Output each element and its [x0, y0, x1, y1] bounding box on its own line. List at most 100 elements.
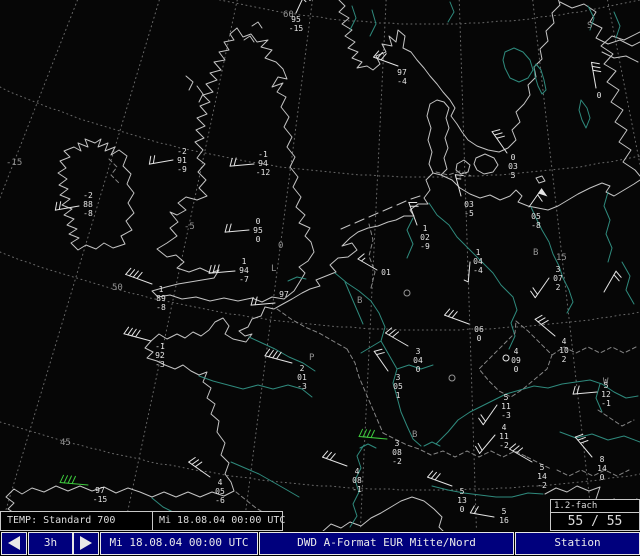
- svg-text:2: 2: [300, 364, 305, 373]
- svg-text:4: 4: [562, 337, 567, 346]
- svg-text:05: 05: [215, 487, 225, 496]
- next-time-button[interactable]: [73, 532, 99, 555]
- svg-text:03: 03: [464, 200, 474, 209]
- city-label: L: [271, 264, 276, 274]
- svg-text:0: 0: [256, 217, 261, 226]
- svg-text:-15: -15: [6, 158, 22, 168]
- svg-text:4: 4: [502, 423, 507, 432]
- svg-text:04: 04: [473, 257, 483, 266]
- svg-text:0: 0: [514, 365, 519, 374]
- svg-text:5: 5: [511, 171, 516, 180]
- svg-text:4: 4: [355, 467, 360, 476]
- svg-text:1: 1: [396, 391, 401, 400]
- svg-text:08: 08: [352, 476, 362, 485]
- page-counter-box: 55 / 55: [550, 512, 640, 531]
- svg-text:-8: -8: [83, 209, 93, 218]
- svg-text:1: 1: [476, 248, 481, 257]
- time-step-button[interactable]: 3h: [28, 532, 73, 555]
- svg-text:-5: -5: [464, 209, 474, 218]
- svg-text:3: 3: [416, 347, 421, 356]
- svg-text:94: 94: [239, 266, 249, 275]
- svg-text:-8: -8: [531, 221, 541, 230]
- svg-text:-1: -1: [155, 342, 165, 351]
- svg-text:-1: -1: [352, 485, 362, 494]
- chart-format-button[interactable]: DWD A-Format EUR Mitte/Nord: [259, 532, 514, 555]
- svg-text:14: 14: [537, 472, 547, 481]
- datetime-button[interactable]: Mi 18.08.04 00:00 UTC: [100, 532, 258, 555]
- svg-text:1: 1: [423, 224, 428, 233]
- svg-text:-8: -8: [156, 303, 166, 312]
- svg-text:5: 5: [460, 487, 465, 496]
- svg-text:01: 01: [297, 373, 307, 382]
- svg-text:03: 03: [508, 162, 518, 171]
- city-label: B: [412, 430, 417, 440]
- svg-text:01: 01: [381, 268, 391, 277]
- svg-text:-2: -2: [83, 191, 93, 200]
- svg-text:0: 0: [256, 235, 261, 244]
- svg-text:0: 0: [477, 334, 482, 343]
- weather-map[interactable]: 60 -15 -5 0 15 50 45 P B B B L W S 95 -15 97 -4 0 0 03 5 03 -5 0…: [0, 0, 640, 533]
- left-arrow-icon: [8, 536, 20, 550]
- svg-text:3: 3: [395, 439, 400, 448]
- svg-text:94: 94: [258, 159, 268, 168]
- svg-text:-1: -1: [601, 399, 611, 408]
- svg-text:13: 13: [457, 496, 467, 505]
- svg-text:97: 97: [95, 486, 105, 495]
- time-status-box: Mi 18.08.04 00:00 UTC: [152, 511, 285, 531]
- svg-text:5: 5: [604, 381, 609, 390]
- map-canvas[interactable]: 60-15-50155045PBBBLWS95-1597-40003503-5 0…: [0, 0, 640, 533]
- svg-text:91: 91: [177, 156, 187, 165]
- svg-text:2: 2: [556, 283, 561, 292]
- svg-text:-1: -1: [258, 150, 268, 159]
- svg-text:0: 0: [597, 91, 602, 100]
- svg-text:4: 4: [218, 478, 223, 487]
- svg-text:97: 97: [279, 290, 289, 299]
- city-label: S: [587, 21, 592, 31]
- svg-text:-2: -2: [537, 481, 547, 490]
- svg-text:-12: -12: [256, 168, 271, 177]
- svg-text:-2: -2: [392, 457, 402, 466]
- svg-text:-15: -15: [289, 24, 304, 33]
- svg-text:-5: -5: [184, 222, 195, 232]
- layer-status-box: TEMP: Standard 700: [0, 511, 153, 531]
- svg-text:-3: -3: [297, 382, 307, 391]
- svg-text:06: 06: [474, 325, 484, 334]
- svg-text:5: 5: [504, 393, 509, 402]
- svg-text:5: 5: [502, 507, 507, 516]
- svg-text:-2: -2: [177, 147, 187, 156]
- svg-text:50: 50: [112, 283, 123, 293]
- svg-text:89: 89: [156, 294, 166, 303]
- svg-text:12: 12: [601, 390, 611, 399]
- station-mode-button[interactable]: Station: [515, 532, 640, 555]
- svg-text:11: 11: [499, 432, 509, 441]
- svg-text:97: 97: [397, 68, 407, 77]
- prev-time-button[interactable]: [1, 532, 27, 555]
- svg-text:88: 88: [83, 200, 93, 209]
- city-label: B: [357, 296, 362, 306]
- svg-text:-3: -3: [501, 411, 511, 420]
- city-label: B: [533, 248, 538, 258]
- right-arrow-icon: [80, 536, 92, 550]
- svg-text:08: 08: [392, 448, 402, 457]
- svg-text:-4: -4: [397, 77, 407, 86]
- svg-text:02: 02: [420, 233, 430, 242]
- svg-text:1: 1: [242, 257, 247, 266]
- city-label: P: [309, 353, 315, 363]
- svg-text:95: 95: [291, 15, 301, 24]
- svg-text:05: 05: [393, 382, 403, 391]
- svg-text:0: 0: [600, 473, 605, 482]
- svg-text:0: 0: [416, 365, 421, 374]
- svg-text:-6: -6: [215, 496, 225, 505]
- svg-text:8: 8: [600, 455, 605, 464]
- svg-text:14: 14: [597, 464, 607, 473]
- weather-viewer-window: 60 -15 -5 0 15 50 45 P B B B L W S 95 -15 97 -4 0 0 03 5 03 -5 0…: [0, 0, 640, 556]
- svg-text:-9: -9: [420, 242, 430, 251]
- svg-text:-15: -15: [93, 495, 108, 504]
- svg-text:07: 07: [553, 274, 563, 283]
- svg-text:15: 15: [556, 253, 567, 263]
- svg-text:0: 0: [278, 241, 283, 251]
- svg-text:95: 95: [253, 226, 263, 235]
- svg-text:-3: -3: [155, 360, 165, 369]
- svg-text:5: 5: [540, 463, 545, 472]
- svg-text:16: 16: [499, 516, 509, 525]
